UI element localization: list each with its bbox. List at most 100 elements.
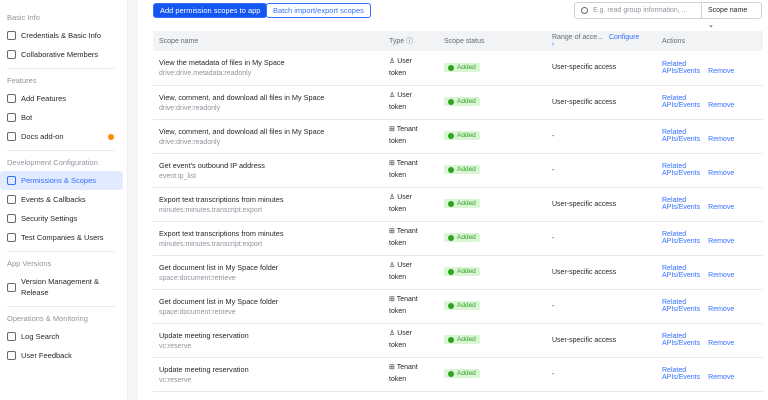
access-range: -: [546, 357, 656, 392]
section-title: App Versions: [7, 259, 52, 268]
section-title: Operations & Monitoring: [7, 314, 88, 323]
sidebar-item-label: Bot: [21, 113, 33, 122]
related-apis-link[interactable]: Related APIs/Events: [662, 163, 700, 177]
table-row: Get event's outbound IP address event:ip_…: [153, 153, 763, 188]
user-icon: ♙: [389, 330, 396, 337]
remove-link[interactable]: Remove: [708, 102, 734, 109]
status-badge: Added: [444, 369, 480, 379]
related-apis-link[interactable]: Related APIs/Events: [662, 367, 700, 381]
related-apis-link[interactable]: Related APIs/Events: [662, 299, 700, 313]
batch-import-export-button[interactable]: Batch import/export scopes: [266, 3, 371, 18]
sidebar-item[interactable]: Add Features: [0, 89, 123, 108]
check-icon: [448, 64, 454, 71]
sidebar-item[interactable]: Test Companies & Users: [0, 228, 123, 247]
id-card-icon: [7, 31, 16, 40]
notification-dot: [108, 133, 114, 140]
type-suffix: token: [389, 376, 407, 383]
related-apis-link[interactable]: Related APIs/Events: [662, 61, 700, 75]
sidebar-item[interactable]: Permissions & Scopes: [0, 171, 123, 190]
sidebar-item[interactable]: Docs add-on: [0, 127, 123, 146]
test-icon: [7, 233, 16, 242]
lock-icon: [7, 176, 16, 185]
remove-link[interactable]: Remove: [708, 136, 734, 143]
sidebar-item[interactable]: User Feedback: [0, 346, 123, 365]
search-icon: [581, 7, 588, 14]
access-range: User-specific access: [546, 323, 656, 358]
type-suffix: token: [389, 172, 407, 179]
user-icon: [7, 50, 16, 59]
remove-link[interactable]: Remove: [708, 340, 734, 347]
divider: [7, 251, 115, 252]
remove-link[interactable]: Remove: [708, 204, 734, 211]
remove-link[interactable]: Remove: [708, 238, 734, 245]
status-badge: Added: [444, 97, 480, 107]
shield-icon: [7, 214, 16, 223]
status-text: Added: [457, 132, 476, 140]
search-input[interactable]: E.g. read group information, ... Scope n…: [574, 2, 762, 29]
status-badge: Added: [444, 267, 480, 277]
status-badge: Added: [444, 63, 480, 72]
related-apis-link[interactable]: Related APIs/Events: [662, 333, 700, 347]
scope-name: Get document list in My Space folder: [159, 296, 279, 306]
scope-name: Get document list in My Space folder: [159, 262, 279, 272]
check-icon: [448, 200, 454, 207]
related-apis-link[interactable]: Related APIs/Events: [662, 197, 700, 211]
sidebar-item[interactable]: Collaborative Members: [0, 45, 123, 64]
type-label: User: [397, 330, 413, 337]
sidebar-item[interactable]: Bot: [0, 108, 123, 127]
remove-link[interactable]: Remove: [708, 272, 734, 279]
sidebar: Basic Info Credentials & Basic Info Collab…: [0, 0, 128, 400]
tenant-icon: ⊞: [389, 160, 395, 167]
divider: [7, 150, 115, 151]
related-apis-link[interactable]: Related APIs/Events: [662, 129, 700, 143]
access-range: -: [546, 221, 656, 256]
sidebar-item[interactable]: Security Settings: [0, 209, 123, 228]
related-apis-link[interactable]: Related APIs/Events: [662, 95, 700, 109]
sidebar-item-label: Collaborative Members: [21, 50, 99, 59]
sidebar-item[interactable]: Events & Callbacks: [0, 190, 123, 209]
sidebar-item[interactable]: Version Management & Release: [0, 272, 123, 302]
search-field-select[interactable]: Scope name ⌄: [701, 3, 761, 29]
access-range: -: [546, 153, 656, 188]
sidebar-item-label: Log Search: [21, 332, 60, 341]
type-suffix: token: [389, 274, 407, 281]
status-text: Added: [457, 234, 476, 242]
table-row: View the metadata of files in My Space dr…: [153, 51, 763, 86]
scope-key: vc:reserve: [159, 376, 192, 384]
sidebar-item-label: Events & Callbacks: [21, 195, 86, 204]
access-range: User-specific access: [546, 85, 656, 120]
user-icon: ♙: [389, 57, 396, 65]
search-field-value: Scope name: [708, 7, 748, 14]
access-range: -: [546, 119, 656, 154]
divider: [7, 68, 115, 69]
type-label: Tenant: [396, 160, 418, 167]
type-label: Tenant: [396, 228, 418, 235]
remove-link[interactable]: Remove: [708, 68, 734, 75]
divider: [128, 0, 138, 400]
type-label: User: [397, 57, 413, 65]
type-label: Tenant: [396, 296, 418, 303]
scope-name: Update meeting reservation: [159, 364, 249, 374]
check-icon: [448, 234, 454, 241]
table-row: View, comment, and download all files in…: [153, 85, 763, 120]
sidebar-item[interactable]: Log Search: [0, 327, 123, 346]
table-row: Get document list in My Space folder spac…: [153, 255, 763, 290]
sidebar-item-label: Permissions & Scopes: [21, 176, 97, 185]
sidebar-item-label: Version Management & Release: [21, 277, 99, 297]
remove-link[interactable]: Remove: [708, 170, 734, 177]
related-apis-link[interactable]: Related APIs/Events: [662, 265, 700, 279]
table-row: Update meeting reservation vc:reserve ♙ U…: [153, 323, 763, 358]
remove-link[interactable]: Remove: [708, 374, 734, 381]
status-badge: Added: [444, 131, 480, 141]
table-row: Export text transcriptions from minutes m…: [153, 187, 763, 222]
section-title: Development Configuration: [7, 158, 98, 167]
remove-link[interactable]: Remove: [708, 306, 734, 313]
status-text: Added: [457, 98, 476, 106]
status-badge: Added: [444, 165, 480, 175]
related-apis-link[interactable]: Related APIs/Events: [662, 231, 700, 245]
add-permission-scopes-button[interactable]: Add permission scopes to app: [153, 3, 268, 18]
scope-key: vc:reserve: [159, 342, 192, 350]
check-icon: [448, 98, 454, 105]
sidebar-item[interactable]: Credentials & Basic Info: [0, 26, 123, 45]
table-row: Update meeting reservation vc:reserve ⊞ T…: [153, 357, 763, 392]
